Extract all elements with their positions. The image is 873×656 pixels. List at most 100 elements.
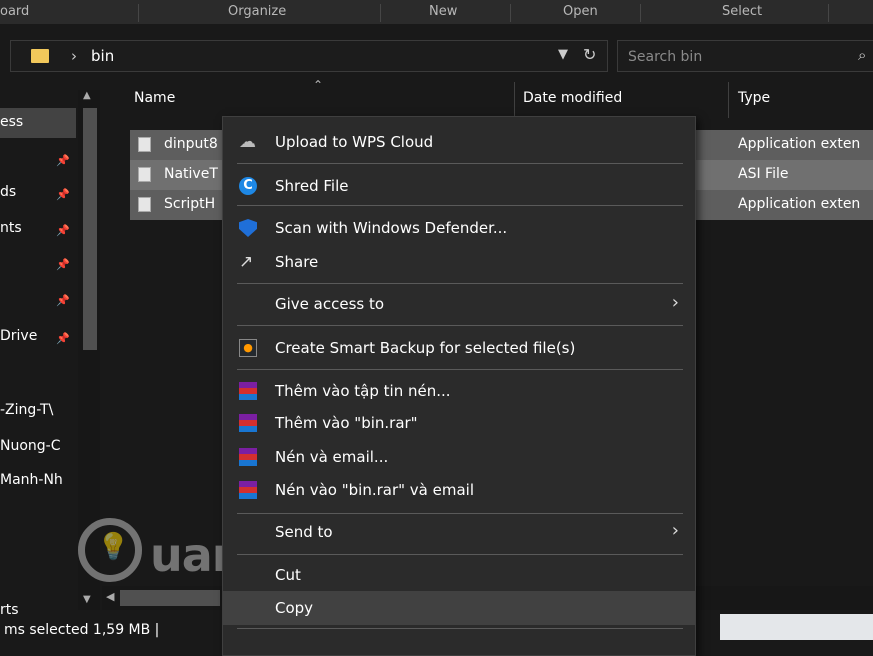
menu-item-rar-add[interactable]: Thêm vào tập tin nén...: [223, 374, 695, 408]
column-header-name[interactable]: Name: [134, 90, 175, 112]
nav-item-onedrive[interactable]: Drive: [0, 328, 37, 344]
nav-item-documents[interactable]: nts: [0, 220, 22, 236]
winrar-icon: [239, 481, 257, 499]
ribbon-divider: [640, 4, 641, 22]
nav-item-partial[interactable]: rts: [0, 602, 19, 618]
winrar-icon: [239, 382, 257, 400]
nav-item-folder-nuong[interactable]: Nuong-C: [0, 438, 61, 454]
ribbon: oard Organize New Open Select: [0, 0, 873, 24]
menu-item-smart-backup[interactable]: ● Create Smart Backup for selected file(…: [223, 331, 695, 365]
menu-item-label: Cut: [275, 566, 301, 584]
ribbon-group-select[interactable]: Select: [722, 4, 762, 19]
menu-item-rar-add-bin[interactable]: Thêm vào "bin.rar": [223, 406, 695, 440]
address-bar[interactable]: › bin ▼ ↻: [10, 40, 608, 72]
menu-separator: [237, 628, 683, 629]
shred-icon: C: [239, 177, 257, 195]
ribbon-divider: [380, 4, 381, 22]
menu-item-share[interactable]: ↗ Share: [223, 245, 695, 279]
file-name: dinput8: [164, 136, 218, 152]
menu-separator: [237, 163, 683, 164]
scroll-up-icon[interactable]: ▲: [83, 90, 91, 101]
menu-separator: [237, 325, 683, 326]
file-icon: [138, 197, 151, 212]
menu-item-send-to[interactable]: Send to ›: [223, 515, 695, 549]
pin-icon[interactable]: 📌: [56, 332, 70, 345]
file-icon: [138, 167, 151, 182]
pin-icon[interactable]: 📌: [56, 154, 70, 167]
breadcrumb-chevron-icon[interactable]: ›: [71, 47, 77, 65]
menu-separator: [237, 205, 683, 206]
file-icon: [138, 137, 151, 152]
nav-item-quick-access[interactable]: ess: [0, 114, 23, 130]
menu-item-label: Give access to: [275, 295, 385, 313]
search-box: ⌕: [617, 40, 873, 72]
ribbon-divider: [510, 4, 511, 22]
column-header-type[interactable]: Type: [738, 90, 770, 112]
address-row: › bin ▼ ↻ ⌕: [0, 24, 873, 90]
nav-item-downloads[interactable]: ds: [0, 184, 16, 200]
menu-item-label: Send to: [275, 523, 333, 541]
pin-icon[interactable]: 📌: [56, 258, 70, 271]
file-name: ScriptH: [164, 196, 216, 212]
ribbon-divider: [828, 4, 829, 22]
address-dropdown-icon[interactable]: ▼: [558, 47, 568, 62]
pin-icon[interactable]: 📌: [56, 294, 70, 307]
nav-scroll-thumb[interactable]: [83, 108, 97, 350]
menu-item-copy[interactable]: Copy: [223, 591, 695, 625]
ribbon-group-open[interactable]: Open: [563, 4, 598, 19]
folder-icon: [31, 49, 49, 63]
share-icon: ↗: [239, 252, 254, 272]
menu-item-label: Nén và email...: [275, 448, 389, 466]
menu-separator: [237, 369, 683, 370]
menu-item-label: Share: [275, 253, 319, 271]
nav-item-folder-zing[interactable]: -Zing-T\: [0, 402, 53, 418]
pin-icon[interactable]: 📌: [56, 188, 70, 201]
ribbon-group-clipboard[interactable]: oard: [0, 4, 29, 19]
column-header-date[interactable]: Date modified: [523, 90, 622, 112]
backup-icon: ●: [239, 339, 257, 357]
column-divider[interactable]: [728, 82, 729, 118]
file-type: ASI File: [738, 166, 789, 182]
ribbon-group-organize[interactable]: Organize: [228, 4, 286, 19]
selection-status: ms selected 1,59 MB |: [4, 622, 160, 638]
winrar-icon: [239, 448, 257, 466]
menu-separator: [237, 513, 683, 514]
ribbon-divider: [138, 4, 139, 22]
menu-item-scan-defender[interactable]: Scan with Windows Defender...: [223, 211, 695, 245]
scroll-down-icon[interactable]: ▼: [83, 594, 91, 605]
menu-item-shred-file[interactable]: C Shred File: [223, 169, 695, 203]
file-type: Application exten: [738, 196, 861, 212]
menu-item-label: Nén vào "bin.rar" và email: [275, 481, 474, 499]
pin-icon[interactable]: 📌: [56, 224, 70, 237]
defender-shield-icon: [239, 219, 257, 237]
nav-item-folder-manh[interactable]: Manh-Nh: [0, 472, 63, 488]
search-icon[interactable]: ⌕: [858, 46, 866, 64]
file-name: NativeT: [164, 166, 218, 182]
menu-item-label: Upload to WPS Cloud: [275, 133, 434, 151]
file-type: Application exten: [738, 136, 861, 152]
cloud-icon: ☁: [239, 132, 256, 152]
ribbon-group-new[interactable]: New: [429, 4, 457, 19]
menu-item-label: Create Smart Backup for selected file(s): [275, 339, 576, 357]
horizontal-scroll-thumb[interactable]: [120, 590, 220, 606]
breadcrumb-current[interactable]: bin: [91, 47, 114, 65]
search-input[interactable]: [626, 46, 850, 68]
submenu-arrow-icon: ›: [671, 292, 679, 313]
column-divider[interactable]: [514, 82, 515, 118]
scroll-left-icon[interactable]: ◀: [106, 590, 114, 603]
lightbulb-icon: 💡: [97, 532, 130, 562]
submenu-arrow-icon: ›: [671, 520, 679, 541]
menu-item-rar-email[interactable]: Nén và email...: [223, 440, 695, 474]
menu-item-give-access[interactable]: Give access to ›: [223, 287, 695, 321]
winrar-icon: [239, 414, 257, 432]
refresh-icon[interactable]: ↻: [583, 45, 596, 64]
context-menu: ☁ Upload to WPS Cloud C Shred File Scan …: [222, 116, 696, 656]
preview-area: [720, 614, 873, 640]
menu-item-label: Thêm vào tập tin nén...: [275, 382, 451, 400]
menu-item-cut[interactable]: Cut: [223, 558, 695, 592]
sort-ascending-icon: ⌃: [313, 78, 324, 92]
menu-item-rar-bin-email[interactable]: Nén vào "bin.rar" và email: [223, 473, 695, 507]
menu-item-label: Thêm vào "bin.rar": [275, 414, 418, 432]
menu-separator: [237, 554, 683, 555]
menu-item-upload-wps[interactable]: ☁ Upload to WPS Cloud: [223, 125, 695, 159]
